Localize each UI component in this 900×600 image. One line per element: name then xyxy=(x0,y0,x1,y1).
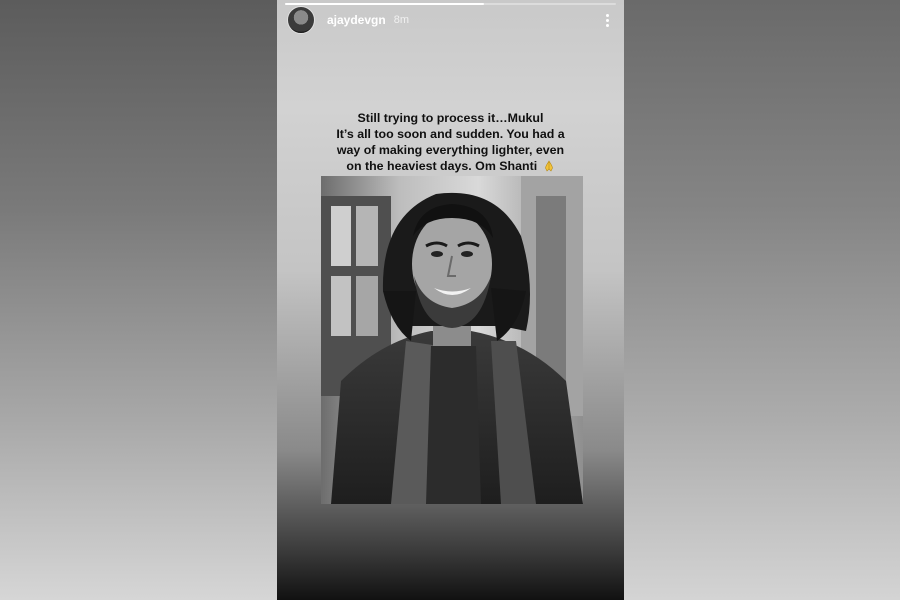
menu-dot xyxy=(605,13,609,17)
tribute-photo xyxy=(321,176,583,504)
post-time: 8m xyxy=(393,14,409,26)
right-blurred-backdrop xyxy=(623,0,900,600)
profile-avatar[interactable] xyxy=(287,6,315,34)
story-progress-bar xyxy=(285,3,616,5)
more-vertical-icon[interactable] xyxy=(600,10,614,30)
story-viewer-page: ajaydevgn 8m Still trying to process it…… xyxy=(0,0,900,600)
caption-line: It’s all too soon and sudden. You had a xyxy=(336,127,565,141)
story-progress-fill xyxy=(285,3,484,5)
menu-dot xyxy=(605,18,609,22)
story-caption: Still trying to process it…Mukul It’s al… xyxy=(277,110,624,174)
story-card[interactable]: ajaydevgn 8m Still trying to process it…… xyxy=(277,0,624,600)
caption-line: on the heaviest days. Om Shanti xyxy=(346,159,538,173)
story-header: ajaydevgn 8m xyxy=(287,6,614,34)
caption-line: Still trying to process it…Mukul xyxy=(357,111,544,125)
username[interactable]: ajaydevgn xyxy=(327,13,386,27)
folded-hands-icon xyxy=(543,160,555,172)
left-blurred-backdrop xyxy=(0,0,277,600)
caption-line: way of making everything lighter, even xyxy=(336,143,565,157)
menu-dot xyxy=(605,23,609,27)
caption-line-last: on the heaviest days. Om Shanti xyxy=(277,158,624,174)
